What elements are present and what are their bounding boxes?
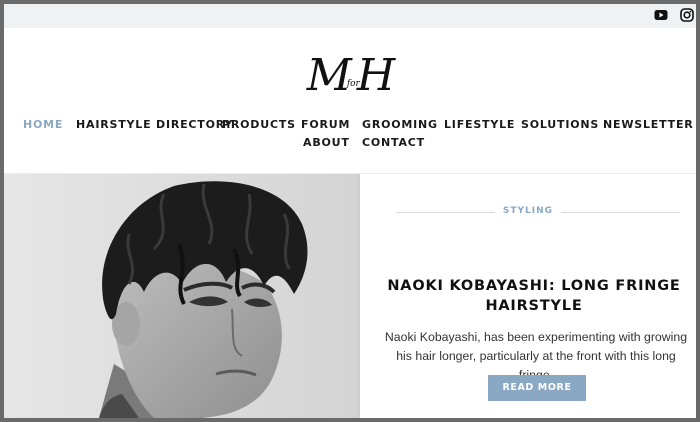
site-logo[interactable]: MforH <box>4 48 696 104</box>
logo-for: for <box>346 79 360 89</box>
browser-viewport: MforH HOME HAIRSTYLE DIRECTORY PRODUCTS … <box>4 4 696 418</box>
top-bar <box>4 4 696 28</box>
nav-newsletter[interactable]: NEWSLETTER <box>603 118 694 131</box>
category-link[interactable]: STYLING <box>494 206 562 216</box>
nav-lifestyle[interactable]: LIFESTYLE <box>444 118 515 131</box>
article-category: STYLING <box>360 206 696 220</box>
logo-letter-h: H <box>356 50 395 101</box>
instagram-icon[interactable] <box>680 8 694 22</box>
logo-letter-m: M <box>306 50 352 101</box>
nav-grooming[interactable]: GROOMING <box>362 118 438 131</box>
nav-solutions[interactable]: SOLUTIONS <box>521 118 599 131</box>
read-more-button[interactable]: READ MORE <box>488 375 586 401</box>
category-label: STYLING <box>360 206 696 216</box>
youtube-icon[interactable] <box>654 8 668 22</box>
nav-home[interactable]: HOME <box>23 118 63 131</box>
nav-about[interactable]: ABOUT <box>303 136 350 149</box>
nav-hairstyle-directory[interactable]: HAIRSTYLE DIRECTORY <box>76 118 233 131</box>
nav-forum[interactable]: FORUM <box>301 118 350 131</box>
article-title[interactable]: NAOKI KOBAYASHI: LONG FRINGE HAIRSTYLE <box>374 276 694 316</box>
nav-contact[interactable]: CONTACT <box>362 136 425 149</box>
nav-products[interactable]: PRODUCTS <box>222 118 296 131</box>
article-image[interactable] <box>4 174 357 418</box>
